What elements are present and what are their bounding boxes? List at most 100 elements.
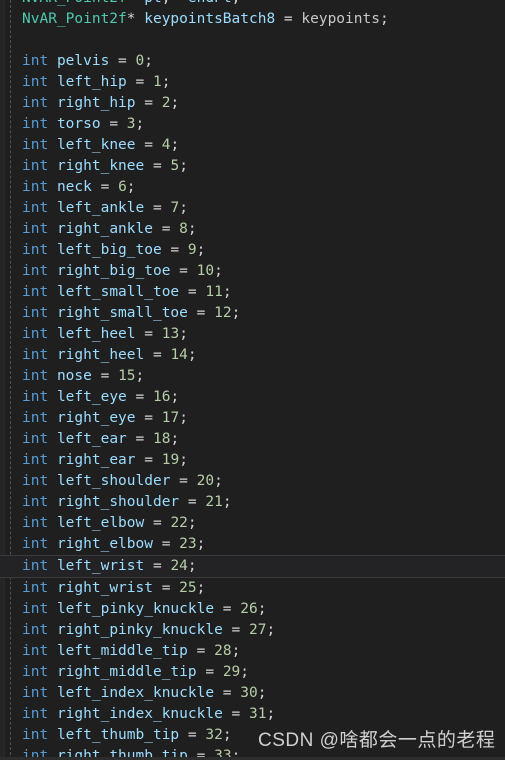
code-line[interactable]: int left_ankle = 7; bbox=[0, 198, 505, 219]
code-line[interactable]: int neck = 6; bbox=[0, 177, 505, 198]
code-line[interactable]: int left_eye = 16; bbox=[0, 387, 505, 408]
code-line[interactable]: int left_big_toe = 9; bbox=[0, 240, 505, 261]
code-line[interactable]: int left_heel = 13; bbox=[0, 324, 505, 345]
code-token: 29 bbox=[222, 664, 241, 680]
code-token: int bbox=[22, 389, 49, 405]
code-token: left_ankle bbox=[56, 200, 145, 216]
code-line[interactable]: int left_hip = 1; bbox=[0, 72, 505, 93]
code-token: 17 bbox=[161, 410, 180, 426]
code-token: = bbox=[179, 727, 206, 743]
code-token: = bbox=[144, 558, 171, 574]
code-token: = bbox=[135, 410, 162, 426]
code-line[interactable]: int right_pinky_knuckle = 27; bbox=[0, 620, 505, 641]
code-line[interactable]: int right_heel = 14; bbox=[0, 345, 505, 366]
code-editor[interactable]: NvAR_Point2f *pt, *endPt;NvAR_Point2f* k… bbox=[0, 0, 505, 760]
code-line[interactable]: int right_wrist = 25; bbox=[0, 578, 505, 599]
code-token: = bbox=[135, 137, 162, 153]
code-token: = bbox=[179, 494, 206, 510]
code-line[interactable]: int right_big_toe = 10; bbox=[0, 261, 505, 282]
code-line[interactable]: int left_knee = 4; bbox=[0, 135, 505, 156]
code-line[interactable]: int left_index_knuckle = 30; bbox=[0, 683, 505, 704]
code-line[interactable]: int right_eye = 17; bbox=[0, 408, 505, 429]
code-token: int bbox=[22, 601, 49, 617]
code-line[interactable]: int right_knee = 5; bbox=[0, 156, 505, 177]
code-line[interactable]: NvAR_Point2f *pt, *endPt; bbox=[0, 0, 505, 9]
code-token: left_pinky_knuckle bbox=[56, 601, 215, 617]
code-line[interactable]: int torso = 3; bbox=[0, 114, 505, 135]
code-line-current[interactable]: int left_wrist = 24; bbox=[0, 555, 505, 578]
code-line[interactable]: int pelvis = 0; bbox=[0, 51, 505, 72]
code-token: = bbox=[170, 263, 197, 279]
code-token: = bbox=[275, 11, 302, 27]
code-token: ; bbox=[379, 11, 389, 27]
code-token: int bbox=[22, 347, 49, 363]
code-line[interactable]: int right_small_toe = 12; bbox=[0, 303, 505, 324]
code-token: = bbox=[187, 305, 215, 321]
code-line[interactable]: int right_ankle = 8; bbox=[0, 219, 505, 240]
code-token: right_ear bbox=[56, 452, 136, 468]
code-line[interactable]: int left_ear = 18; bbox=[0, 429, 505, 450]
code-token: 31 bbox=[249, 706, 267, 722]
code-token: ; bbox=[135, 116, 145, 132]
code-token: int bbox=[22, 221, 49, 237]
code-line[interactable]: int right_elbow = 23; bbox=[0, 534, 505, 555]
code-token: 13 bbox=[161, 326, 180, 342]
code-token: ; bbox=[161, 74, 171, 90]
code-token: right_big_toe bbox=[56, 263, 171, 279]
code-token: keypoints bbox=[301, 11, 380, 27]
code-line[interactable]: int right_hip = 2; bbox=[0, 93, 505, 114]
code-token: 27 bbox=[249, 622, 267, 638]
code-token: 1 bbox=[152, 74, 162, 90]
code-line[interactable]: NvAR_Point2f* keypointsBatch8 = keypoint… bbox=[0, 9, 505, 30]
code-token: 23 bbox=[179, 536, 197, 552]
code-token: 9 bbox=[187, 242, 197, 258]
code-token: 25 bbox=[179, 580, 197, 596]
code-token: ; bbox=[179, 158, 188, 174]
code-token: = bbox=[222, 622, 250, 638]
code-token: = bbox=[214, 685, 241, 701]
code-token: = bbox=[91, 179, 119, 195]
code-token: right_eye bbox=[56, 410, 136, 426]
code-token: int bbox=[22, 706, 49, 722]
code-token: = bbox=[144, 158, 171, 174]
code-line[interactable]: int left_elbow = 22; bbox=[0, 513, 505, 534]
code-token: 5 bbox=[170, 158, 180, 174]
code-token: right_wrist bbox=[56, 580, 153, 596]
code-line[interactable]: int left_pinky_knuckle = 26; bbox=[0, 599, 505, 620]
code-line[interactable]: int right_ear = 19; bbox=[0, 450, 505, 471]
code-token: 19 bbox=[161, 452, 180, 468]
code-line[interactable]: int left_shoulder = 20; bbox=[0, 471, 505, 492]
code-token: ; bbox=[179, 200, 188, 216]
code-token: int bbox=[22, 95, 49, 111]
code-line[interactable]: int right_shoulder = 21; bbox=[0, 492, 505, 513]
code-token: = bbox=[152, 536, 180, 552]
code-line[interactable]: int nose = 15; bbox=[0, 366, 505, 387]
code-line[interactable]: int left_thumb_tip = 32; bbox=[0, 725, 505, 746]
code-line[interactable]: int right_middle_tip = 29; bbox=[0, 662, 505, 683]
code-token: * bbox=[136, 0, 145, 6]
code-token: ; bbox=[179, 452, 188, 468]
code-line[interactable]: int right_index_knuckle = 31; bbox=[0, 704, 505, 725]
code-line[interactable] bbox=[0, 30, 505, 51]
code-token: = bbox=[135, 95, 162, 111]
code-content[interactable]: NvAR_Point2f *pt, *endPt;NvAR_Point2f* k… bbox=[0, 0, 505, 760]
code-line[interactable]: int left_small_toe = 11; bbox=[0, 282, 505, 303]
code-token: right_shoulder bbox=[56, 494, 180, 510]
code-token: int bbox=[22, 74, 49, 90]
code-token: pt bbox=[144, 0, 161, 6]
code-token: ; bbox=[240, 664, 250, 680]
code-line[interactable]: int left_middle_tip = 28; bbox=[0, 641, 505, 662]
